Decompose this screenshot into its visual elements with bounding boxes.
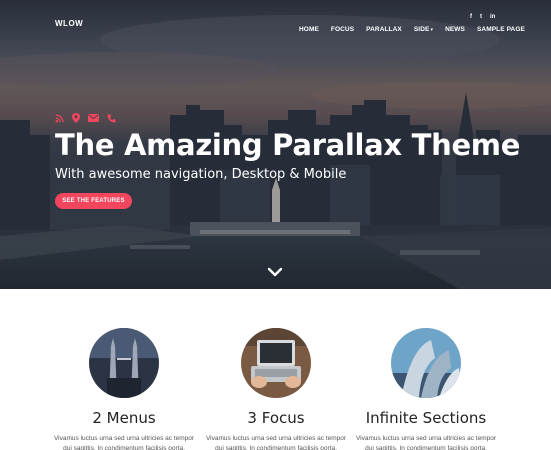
site-logo[interactable]: WLOW — [55, 19, 83, 28]
nav-side[interactable]: SIDE▾ — [414, 26, 433, 33]
architecture-photo — [391, 328, 461, 398]
feature-text: Vivamus luctus urna sed urna ultricies a… — [53, 435, 195, 450]
nav-sample-page[interactable]: SAMPLE PAGE — [477, 26, 525, 33]
hero-subtitle: With awesome navigation, Desktop & Mobil… — [55, 167, 347, 182]
feature-card-focus: 3 Focus Vivamus luctus urna sed urna ult… — [196, 328, 356, 450]
feature-title: 3 Focus — [247, 409, 305, 427]
linkedin-icon[interactable]: in — [490, 14, 495, 20]
main-navigation: HOME FOCUS PARALLAX SIDE▾ NEWS SAMPLE PA… — [299, 26, 525, 33]
facebook-icon[interactable]: f — [470, 14, 472, 20]
feature-card-sections: Infinite Sections Vivamus luctus urna se… — [346, 328, 506, 450]
twitter-icon[interactable]: t — [480, 14, 482, 20]
nav-news[interactable]: NEWS — [445, 26, 465, 33]
hero-title: The Amazing Parallax Theme — [55, 128, 521, 162]
chevron-down-icon[interactable] — [267, 266, 283, 278]
nav-focus[interactable]: FOCUS — [331, 26, 354, 33]
rss-icon[interactable] — [55, 113, 64, 123]
feature-title: Infinite Sections — [365, 409, 487, 427]
mail-icon[interactable] — [88, 114, 99, 122]
features-section: 2 Menus Vivamus luctus urna sed urna ult… — [0, 289, 551, 450]
feature-card-menus: 2 Menus Vivamus luctus urna sed urna ult… — [44, 328, 204, 450]
feature-text: Vivamus luctus urna sed urna ultricies a… — [205, 435, 347, 450]
hero-contact-icons — [55, 113, 116, 123]
nav-side-label: SIDE — [413, 26, 430, 33]
nav-parallax[interactable]: PARALLAX — [366, 26, 402, 33]
laptop-hands-photo — [241, 328, 311, 398]
map-pin-icon[interactable] — [72, 113, 80, 123]
twin-towers-photo — [89, 328, 159, 398]
social-links: f t in — [470, 14, 495, 20]
hero-section: WLOW f t in HOME FOCUS PARALLAX SIDE▾ NE… — [0, 0, 551, 289]
phone-icon[interactable] — [107, 113, 116, 123]
feature-text: Vivamus luctus urna sed urna ultricies a… — [355, 435, 497, 450]
chevron-down-icon: ▾ — [430, 27, 434, 33]
feature-title: 2 Menus — [92, 409, 156, 427]
see-features-button[interactable]: SEE THE FEATURES — [55, 193, 132, 209]
nav-home[interactable]: HOME — [299, 26, 319, 33]
